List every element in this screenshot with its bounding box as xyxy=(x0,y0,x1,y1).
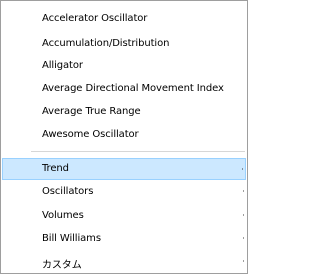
menu-item-label: Bill Williams xyxy=(42,233,101,244)
menu-item-label: Alligator xyxy=(42,60,83,71)
menu-item-label: Accumulation/Distribution xyxy=(42,38,170,49)
indicators-context-menu: Accelerator Oscillator Accumulation/Dist… xyxy=(0,0,248,274)
menu-item-oscillators[interactable]: Oscillators xyxy=(2,181,246,203)
menu-item-label: Average True Range xyxy=(42,106,141,117)
menu-item-alligator[interactable]: Alligator xyxy=(2,55,246,77)
menu-item-volumes[interactable]: Volumes xyxy=(2,205,246,227)
menu-item-average-directional-movement-index[interactable]: Average Directional Movement Index xyxy=(2,78,246,100)
menu-item-label: カスタム xyxy=(42,260,82,271)
submenu-arrow-icon xyxy=(243,234,246,243)
menu-item-label: Volumes xyxy=(42,210,84,221)
menu-item-label: Oscillators xyxy=(42,186,94,197)
menu-item-label: Trend xyxy=(42,163,69,174)
submenu-arrow-icon xyxy=(243,211,246,220)
menu-item-accumulation-distribution[interactable]: Accumulation/Distribution xyxy=(2,33,246,55)
menu-item-label: Awesome Oscillator xyxy=(42,129,139,140)
menu-item-trend[interactable]: Trend xyxy=(2,158,246,180)
menu-item-accelerator-oscillator[interactable]: Accelerator Oscillator xyxy=(2,8,246,30)
menu-separator xyxy=(31,151,245,152)
menu-item-average-true-range[interactable]: Average True Range xyxy=(2,101,246,123)
submenu-arrow-icon xyxy=(243,187,246,196)
menu-item-label: Average Directional Movement Index xyxy=(42,83,224,94)
menu-item-bill-williams[interactable]: Bill Williams xyxy=(2,228,246,250)
menu-item-label: Accelerator Oscillator xyxy=(42,13,148,24)
submenu-arrow-icon xyxy=(243,257,246,266)
submenu-arrow-icon xyxy=(242,165,245,174)
menu-item-awesome-oscillator[interactable]: Awesome Oscillator xyxy=(2,124,246,146)
menu-item-custom[interactable]: カスタム xyxy=(2,251,246,273)
